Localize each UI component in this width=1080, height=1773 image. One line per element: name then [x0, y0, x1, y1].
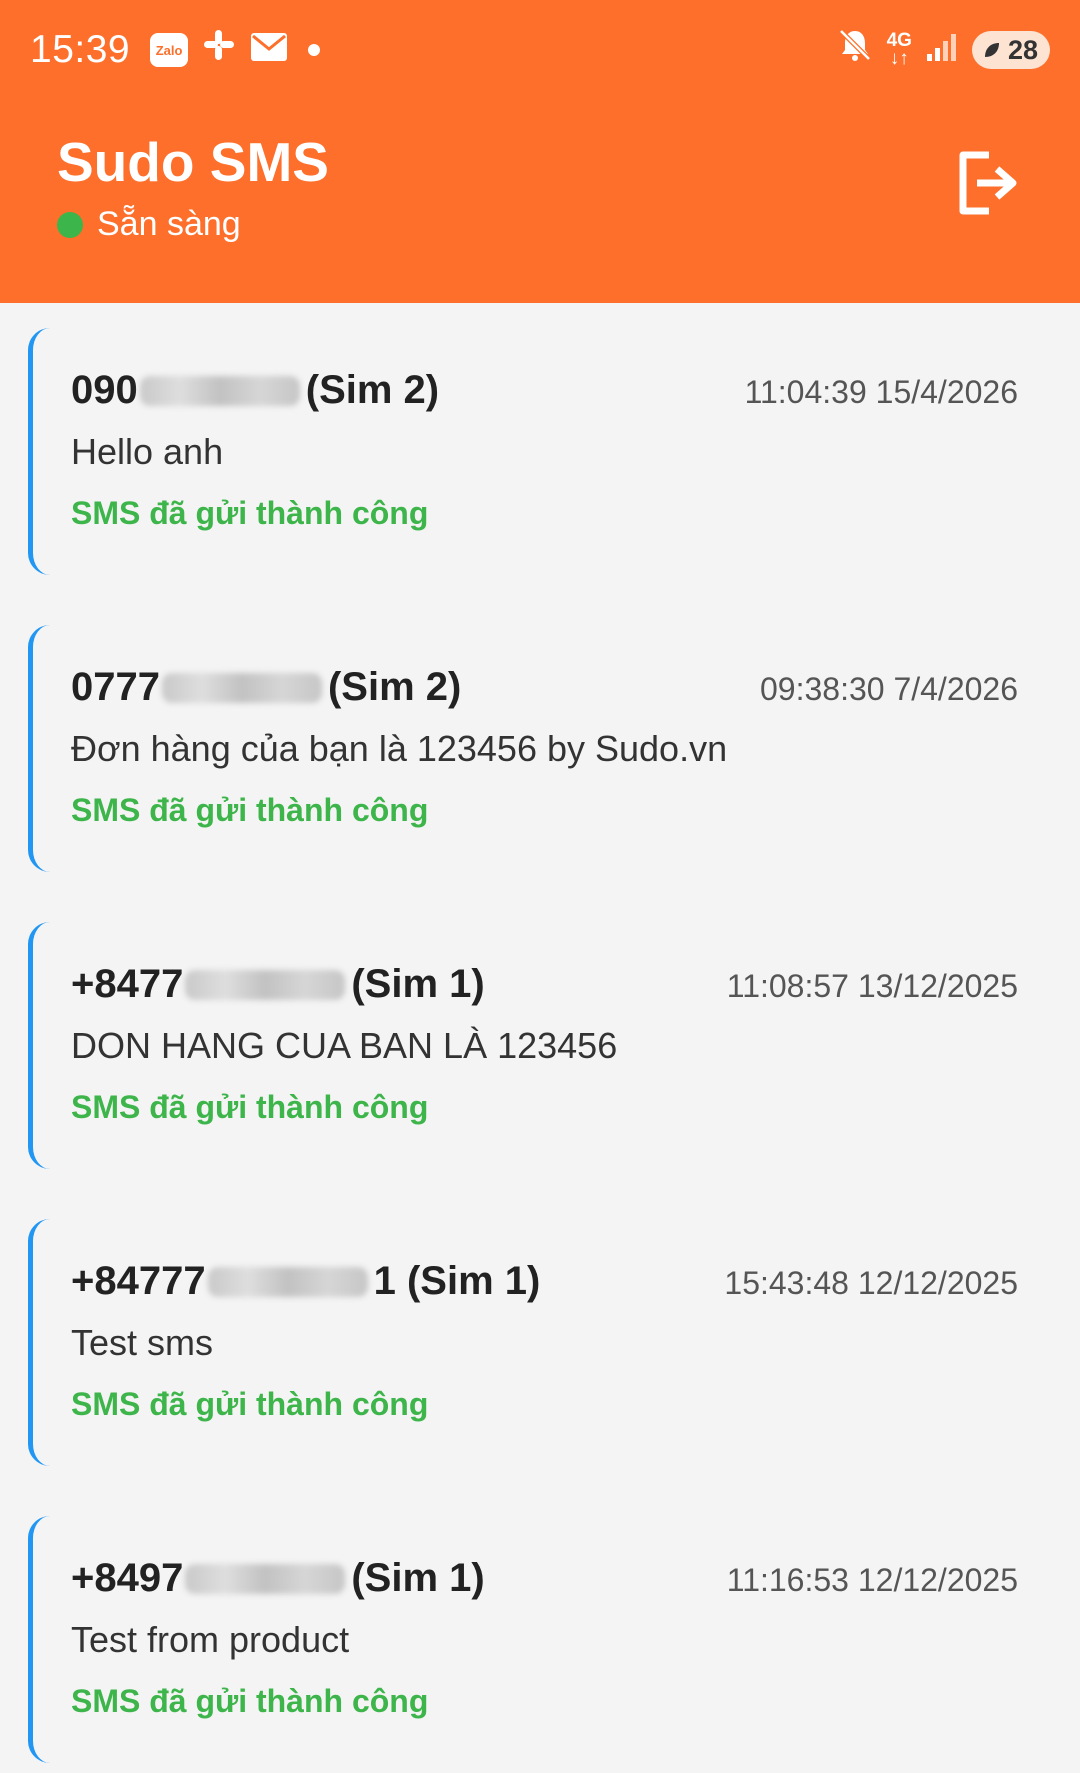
message-text: Test sms [71, 1322, 214, 1363]
list-item[interactable]: +8497 (Sim 1) 11:16:53 12/12/2025 Test f… [28, 1516, 1060, 1763]
notification-dot [308, 44, 321, 56]
send-status: SMS đã gửi thành công [71, 495, 429, 531]
list-item[interactable]: 0777 (Sim 2) 09:38:30 7/4/2026 Đơn hàng … [28, 625, 1060, 872]
message-text: Hello anh [71, 431, 224, 472]
app-title: Sudo SMS [57, 131, 329, 193]
status-time: 15:39 [30, 28, 131, 71]
phone-number: 090 (Sim 2) [71, 368, 440, 412]
timestamp: 11:04:39 15/4/2026 [744, 374, 1018, 410]
logout-button[interactable] [954, 148, 1020, 218]
connection-status: Sẵn sàng [57, 205, 241, 244]
list-item[interactable]: +84777 1 (Sim 1) 15:43:48 12/12/2025 Test… [28, 1219, 1060, 1466]
timestamp: 11:16:53 12/12/2025 [726, 1562, 1018, 1598]
send-status: SMS đã gửi thành công [71, 1683, 429, 1719]
send-status: SMS đã gửi thành công [71, 1386, 429, 1422]
sms-history-list: 090 (Sim 2) 11:04:39 15/4/2026 Hello anh… [0, 303, 1080, 1763]
status-label: Sẵn sàng [97, 205, 241, 243]
redacted-number [185, 1563, 346, 1594]
logout-icon [959, 151, 1017, 215]
ready-status-dot [57, 211, 83, 238]
phone-number: +8477 (Sim 1) [71, 962, 485, 1006]
send-status: SMS đã gửi thành công [71, 792, 429, 828]
battery-level: 28 [1007, 34, 1038, 65]
message-text: DON HANG CUA BAN LÀ 123456 [71, 1025, 618, 1066]
signal-icon [926, 28, 958, 72]
phone-number: 0777 (Sim 2) [71, 665, 462, 709]
redacted-number [185, 969, 346, 1000]
app-header: 15:39 Zalo 4G ↓↑ 28 Sudo SMS Sẵn sàng [0, 0, 1080, 303]
redacted-number [207, 1266, 368, 1297]
zalo-icon: Zalo [150, 33, 189, 67]
redacted-number [139, 375, 300, 406]
send-status: SMS đã gửi thành công [71, 1089, 429, 1125]
timestamp: 11:08:57 13/12/2025 [726, 968, 1018, 1004]
list-item[interactable]: 090 (Sim 2) 11:04:39 15/4/2026 Hello anh… [28, 328, 1060, 575]
network-4g-icon: 4G ↓↑ [886, 30, 912, 69]
timestamp: 15:43:48 12/12/2025 [724, 1265, 1018, 1301]
list-item[interactable]: +8477 (Sim 1) 11:08:57 13/12/2025 DON HA… [28, 922, 1060, 1169]
message-text: Đơn hàng của bạn là 123456 by Sudo.vn [71, 728, 728, 769]
mail-icon [250, 28, 288, 72]
status-bar: 15:39 Zalo 4G ↓↑ 28 [0, 0, 1080, 100]
redacted-number [161, 672, 322, 703]
battery-icon: 28 [971, 31, 1050, 69]
slack-icon [202, 28, 236, 72]
phone-number: +84777 1 (Sim 1) [71, 1259, 541, 1303]
timestamp: 09:38:30 7/4/2026 [759, 671, 1018, 707]
mute-icon [837, 27, 873, 73]
message-text: Test from product [71, 1619, 350, 1660]
phone-number: +8497 (Sim 1) [71, 1556, 485, 1600]
